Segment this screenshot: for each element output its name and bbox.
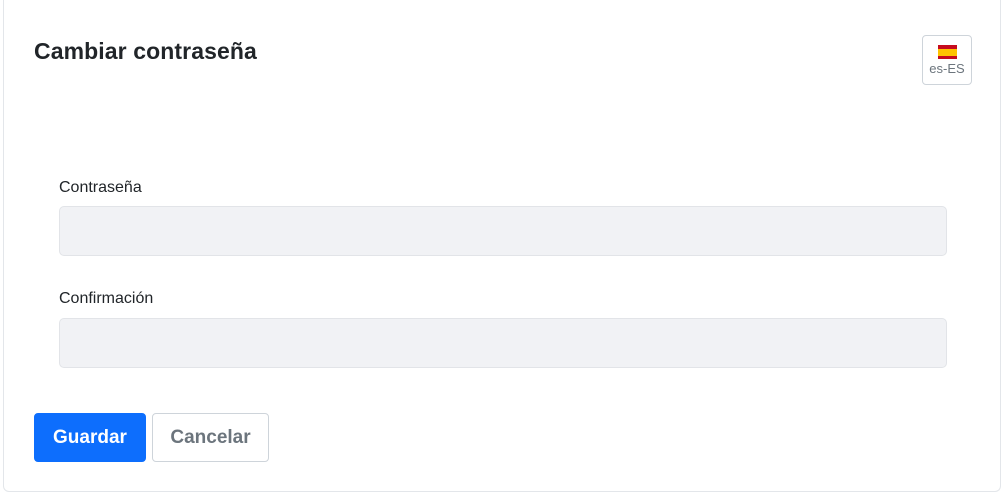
page-title: Cambiar contraseña [34,38,257,64]
confirmation-input[interactable] [59,318,947,368]
change-password-card: Cambiar contraseña es-ES Contraseña Conf… [3,0,1001,492]
cancel-button[interactable]: Cancelar [152,413,269,462]
confirmation-label: Confirmación [59,290,154,307]
spain-flag-icon [937,45,957,59]
language-code: es-ES [929,61,965,76]
save-button[interactable]: Guardar [34,413,146,462]
password-label: Contraseña [59,179,142,196]
language-selector-button[interactable]: es-ES [922,35,972,85]
password-input[interactable] [59,206,947,256]
